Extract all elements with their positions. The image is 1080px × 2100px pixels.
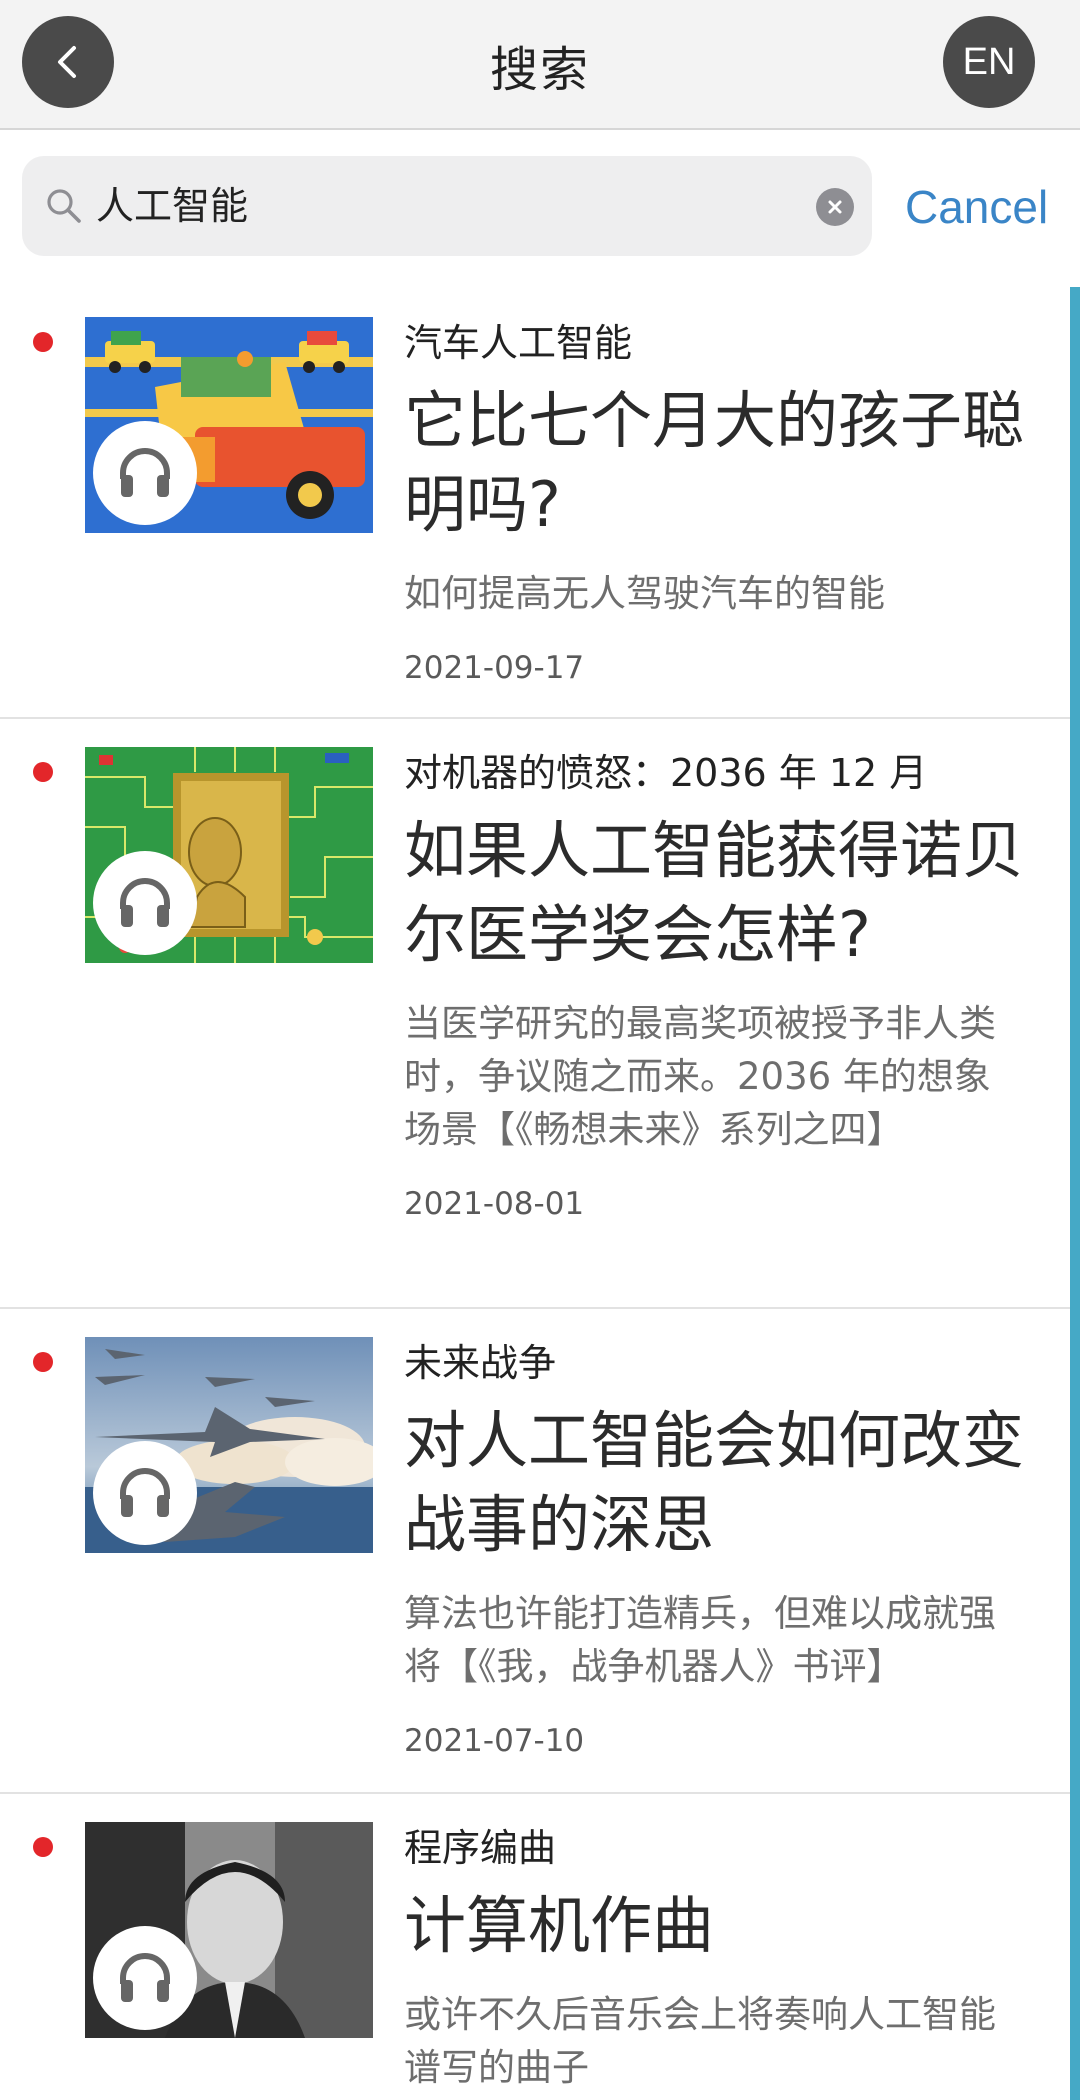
article-summary: 或许不久后音乐会上将奏响人工智能谱写的曲子 xyxy=(404,1993,996,2089)
article-kicker: 对机器的愤怒：2036 年 12 月 xyxy=(404,751,928,795)
article-title[interactable]: 它比七个月大的孩子聪明吗? xyxy=(404,379,1024,547)
search-field[interactable] xyxy=(22,156,872,256)
article-summary: 算法也许能打造精兵，但难以成就强将【《我，战争机器人》书评】 xyxy=(404,1592,996,1688)
headphones-icon xyxy=(120,448,170,497)
clear-icon xyxy=(828,200,842,214)
unread-dot xyxy=(33,1837,53,1857)
audio-badge[interactable] xyxy=(93,421,197,525)
headphones-icon xyxy=(120,1953,170,2002)
list-item[interactable]: 程序编曲 计算机作曲 或许不久后音乐会上将奏响人工智能谱写的曲子 xyxy=(0,1792,1070,2100)
list-item[interactable]: 汽车人工智能 它比七个月大的孩子聪明吗? 如何提高无人驾驶汽车的智能 2021-… xyxy=(0,287,1070,719)
scroll-indicator[interactable] xyxy=(1070,287,1080,2100)
audio-badge[interactable] xyxy=(93,1926,197,2030)
unread-dot xyxy=(33,762,53,782)
article-summary: 当医学研究的最高奖项被授予非人类时，争议随之而来。2036 年的想象场景【《畅想… xyxy=(404,1002,996,1151)
language-toggle-button[interactable]: EN xyxy=(943,16,1035,108)
article-kicker: 汽车人工智能 xyxy=(404,321,633,365)
unread-dot xyxy=(33,1352,53,1372)
article-date: 2021-09-17 xyxy=(404,650,585,686)
article-thumbnail[interactable] xyxy=(85,747,373,963)
article-title[interactable]: 如果人工智能获得诺贝尔医学奖会怎样? xyxy=(404,809,1024,977)
headphones-icon xyxy=(120,878,170,927)
audio-badge[interactable] xyxy=(93,1441,197,1545)
article-date: 2021-08-01 xyxy=(404,1186,585,1222)
top-bar: 搜索 EN xyxy=(0,0,1080,130)
article-thumbnail[interactable] xyxy=(85,1822,373,2038)
article-thumbnail[interactable] xyxy=(85,317,373,533)
list-item[interactable]: 对机器的愤怒：2036 年 12 月 如果人工智能获得诺贝尔医学奖会怎样? 当医… xyxy=(0,717,1070,1309)
article-date: 2021-07-10 xyxy=(404,1723,585,1759)
article-thumbnail[interactable] xyxy=(85,1337,373,1553)
article-text: 汽车人工智能 它比七个月大的孩子聪明吗? 如何提高无人驾驶汽车的智能 2021-… xyxy=(404,319,1024,686)
article-title[interactable]: 计算机作曲 xyxy=(404,1884,1024,1968)
headphones-icon xyxy=(120,1468,170,1517)
audio-badge[interactable] xyxy=(93,851,197,955)
unread-dot xyxy=(33,332,53,352)
article-summary: 如何提高无人驾驶汽车的智能 xyxy=(404,572,885,615)
cancel-button[interactable]: Cancel xyxy=(905,180,1048,234)
article-text: 未来战争 对人工智能会如何改变战事的深思 算法也许能打造精兵，但难以成就强将【《… xyxy=(404,1339,1024,1759)
article-text: 对机器的愤怒：2036 年 12 月 如果人工智能获得诺贝尔医学奖会怎样? 当医… xyxy=(404,749,1024,1222)
search-bar: Cancel xyxy=(0,130,1080,287)
search-results-list: 汽车人工智能 它比七个月大的孩子聪明吗? 如何提高无人驾驶汽车的智能 2021-… xyxy=(0,287,1080,2100)
article-kicker: 程序编曲 xyxy=(404,1826,557,1870)
clear-search-button[interactable] xyxy=(816,188,854,226)
list-item[interactable]: 未来战争 对人工智能会如何改变战事的深思 算法也许能打造精兵，但难以成就强将【《… xyxy=(0,1307,1070,1794)
search-icon xyxy=(47,189,81,223)
page-title: 搜索 xyxy=(489,42,590,98)
article-kicker: 未来战争 xyxy=(404,1341,557,1385)
search-input[interactable] xyxy=(96,156,796,256)
article-title[interactable]: 对人工智能会如何改变战事的深思 xyxy=(404,1399,1024,1567)
article-text: 程序编曲 计算机作曲 或许不久后音乐会上将奏响人工智能谱写的曲子 xyxy=(404,1824,1024,2094)
